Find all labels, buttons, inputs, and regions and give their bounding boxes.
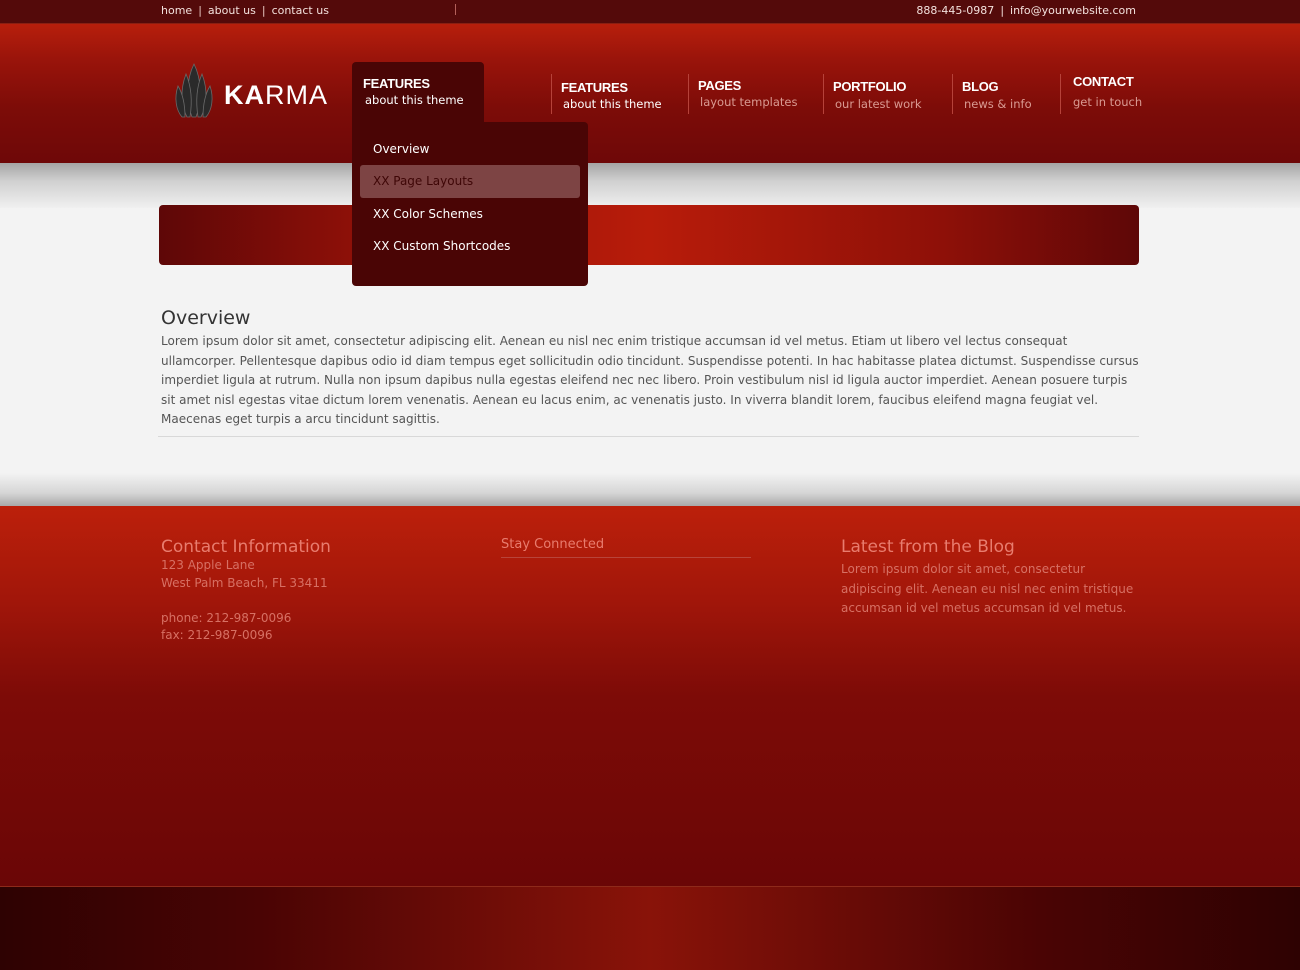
nav-item-title: FEATURES	[561, 80, 628, 95]
nav-item-features[interactable]: FEATURES about this theme	[551, 74, 681, 116]
page-body-text: Lorem ipsum dolor sit amet, consectetur …	[161, 334, 1139, 427]
nav-item-title: PAGES	[698, 78, 742, 93]
dropdown-item-color-schemes[interactable]: XX Color Schemes	[360, 198, 580, 231]
dropdown-item-overview[interactable]: Overview	[360, 133, 580, 166]
top-utility-bar: home | about us | contact us 888-445-0987 | in…	[0, 0, 1300, 24]
page-banner	[159, 205, 1139, 265]
dropdown-item-page-layouts[interactable]: XX Page Layouts	[360, 165, 580, 198]
contact-info-title: Contact Information	[161, 537, 331, 557]
nav-item-contact[interactable]: CONTACT get in touch	[1060, 74, 1143, 116]
nav-active-title: FEATURES	[363, 76, 430, 91]
stay-connected-divider	[501, 557, 751, 558]
nav-item-subtitle: about this theme	[563, 97, 662, 111]
nav-active-subtitle: about this theme	[365, 93, 464, 107]
email-link[interactable]: info@yourwebsite.com	[1010, 4, 1136, 17]
phone-number: 888-445-0987	[916, 4, 995, 17]
footer-bottom-bar	[0, 886, 1300, 970]
nav-active-tab-features[interactable]: FEATURES about this theme	[352, 62, 484, 122]
site-logo[interactable]: KARMA	[172, 62, 332, 120]
nav-item-pages[interactable]: PAGES layout templates	[688, 74, 818, 116]
nav-item-subtitle: get in touch	[1073, 95, 1143, 109]
nav-item-title: BLOG	[962, 79, 999, 94]
page-title: Overview	[161, 307, 251, 329]
contact-fax: fax: 212-987-0096	[161, 628, 273, 642]
top-contact-info: 888-445-0987 | info@yourwebsite.com	[916, 4, 1136, 17]
contact-us-link[interactable]: contact us	[272, 4, 329, 17]
utility-links: home | about us | contact us	[161, 4, 329, 17]
nav-item-title: PORTFOLIO	[833, 79, 907, 94]
nav-item-blog[interactable]: BLOG news & info	[952, 74, 1057, 116]
features-dropdown-menu: Overview XX Page Layouts XX Color Scheme…	[352, 122, 588, 286]
header-shadow-band	[0, 163, 1300, 208]
footer-shadow-band	[0, 473, 1300, 506]
content-divider	[158, 436, 1139, 437]
blog-title: Latest from the Blog	[841, 537, 1015, 557]
contact-address-line2: West Palm Beach, FL 33411	[161, 576, 328, 590]
site-footer: Contact Information 123 Apple Lane West …	[0, 506, 1300, 886]
stay-connected-title: Stay Connected	[501, 537, 605, 552]
nav-item-portfolio[interactable]: PORTFOLIO our latest work	[823, 74, 948, 116]
about-us-link[interactable]: about us	[208, 4, 256, 17]
nav-item-title: CONTACT	[1073, 74, 1134, 89]
site-header: KARMA FEATURES about this theme FEATURES…	[0, 24, 1300, 163]
home-link[interactable]: home	[161, 4, 192, 17]
nav-item-subtitle: layout templates	[700, 95, 798, 109]
logo-wordmark: KARMA	[224, 80, 328, 110]
dropdown-item-custom-shortcodes[interactable]: XX Custom Shortcodes	[360, 230, 580, 263]
blog-excerpt: Lorem ipsum dolor sit amet, consectetur …	[841, 562, 1134, 615]
contact-address-line1: 123 Apple Lane	[161, 558, 255, 572]
nav-item-subtitle: news & info	[964, 97, 1032, 111]
divider	[455, 4, 456, 15]
contact-phone: phone: 212-987-0096	[161, 611, 292, 625]
nav-item-subtitle: our latest work	[835, 97, 922, 111]
karma-logo-icon	[175, 63, 213, 118]
